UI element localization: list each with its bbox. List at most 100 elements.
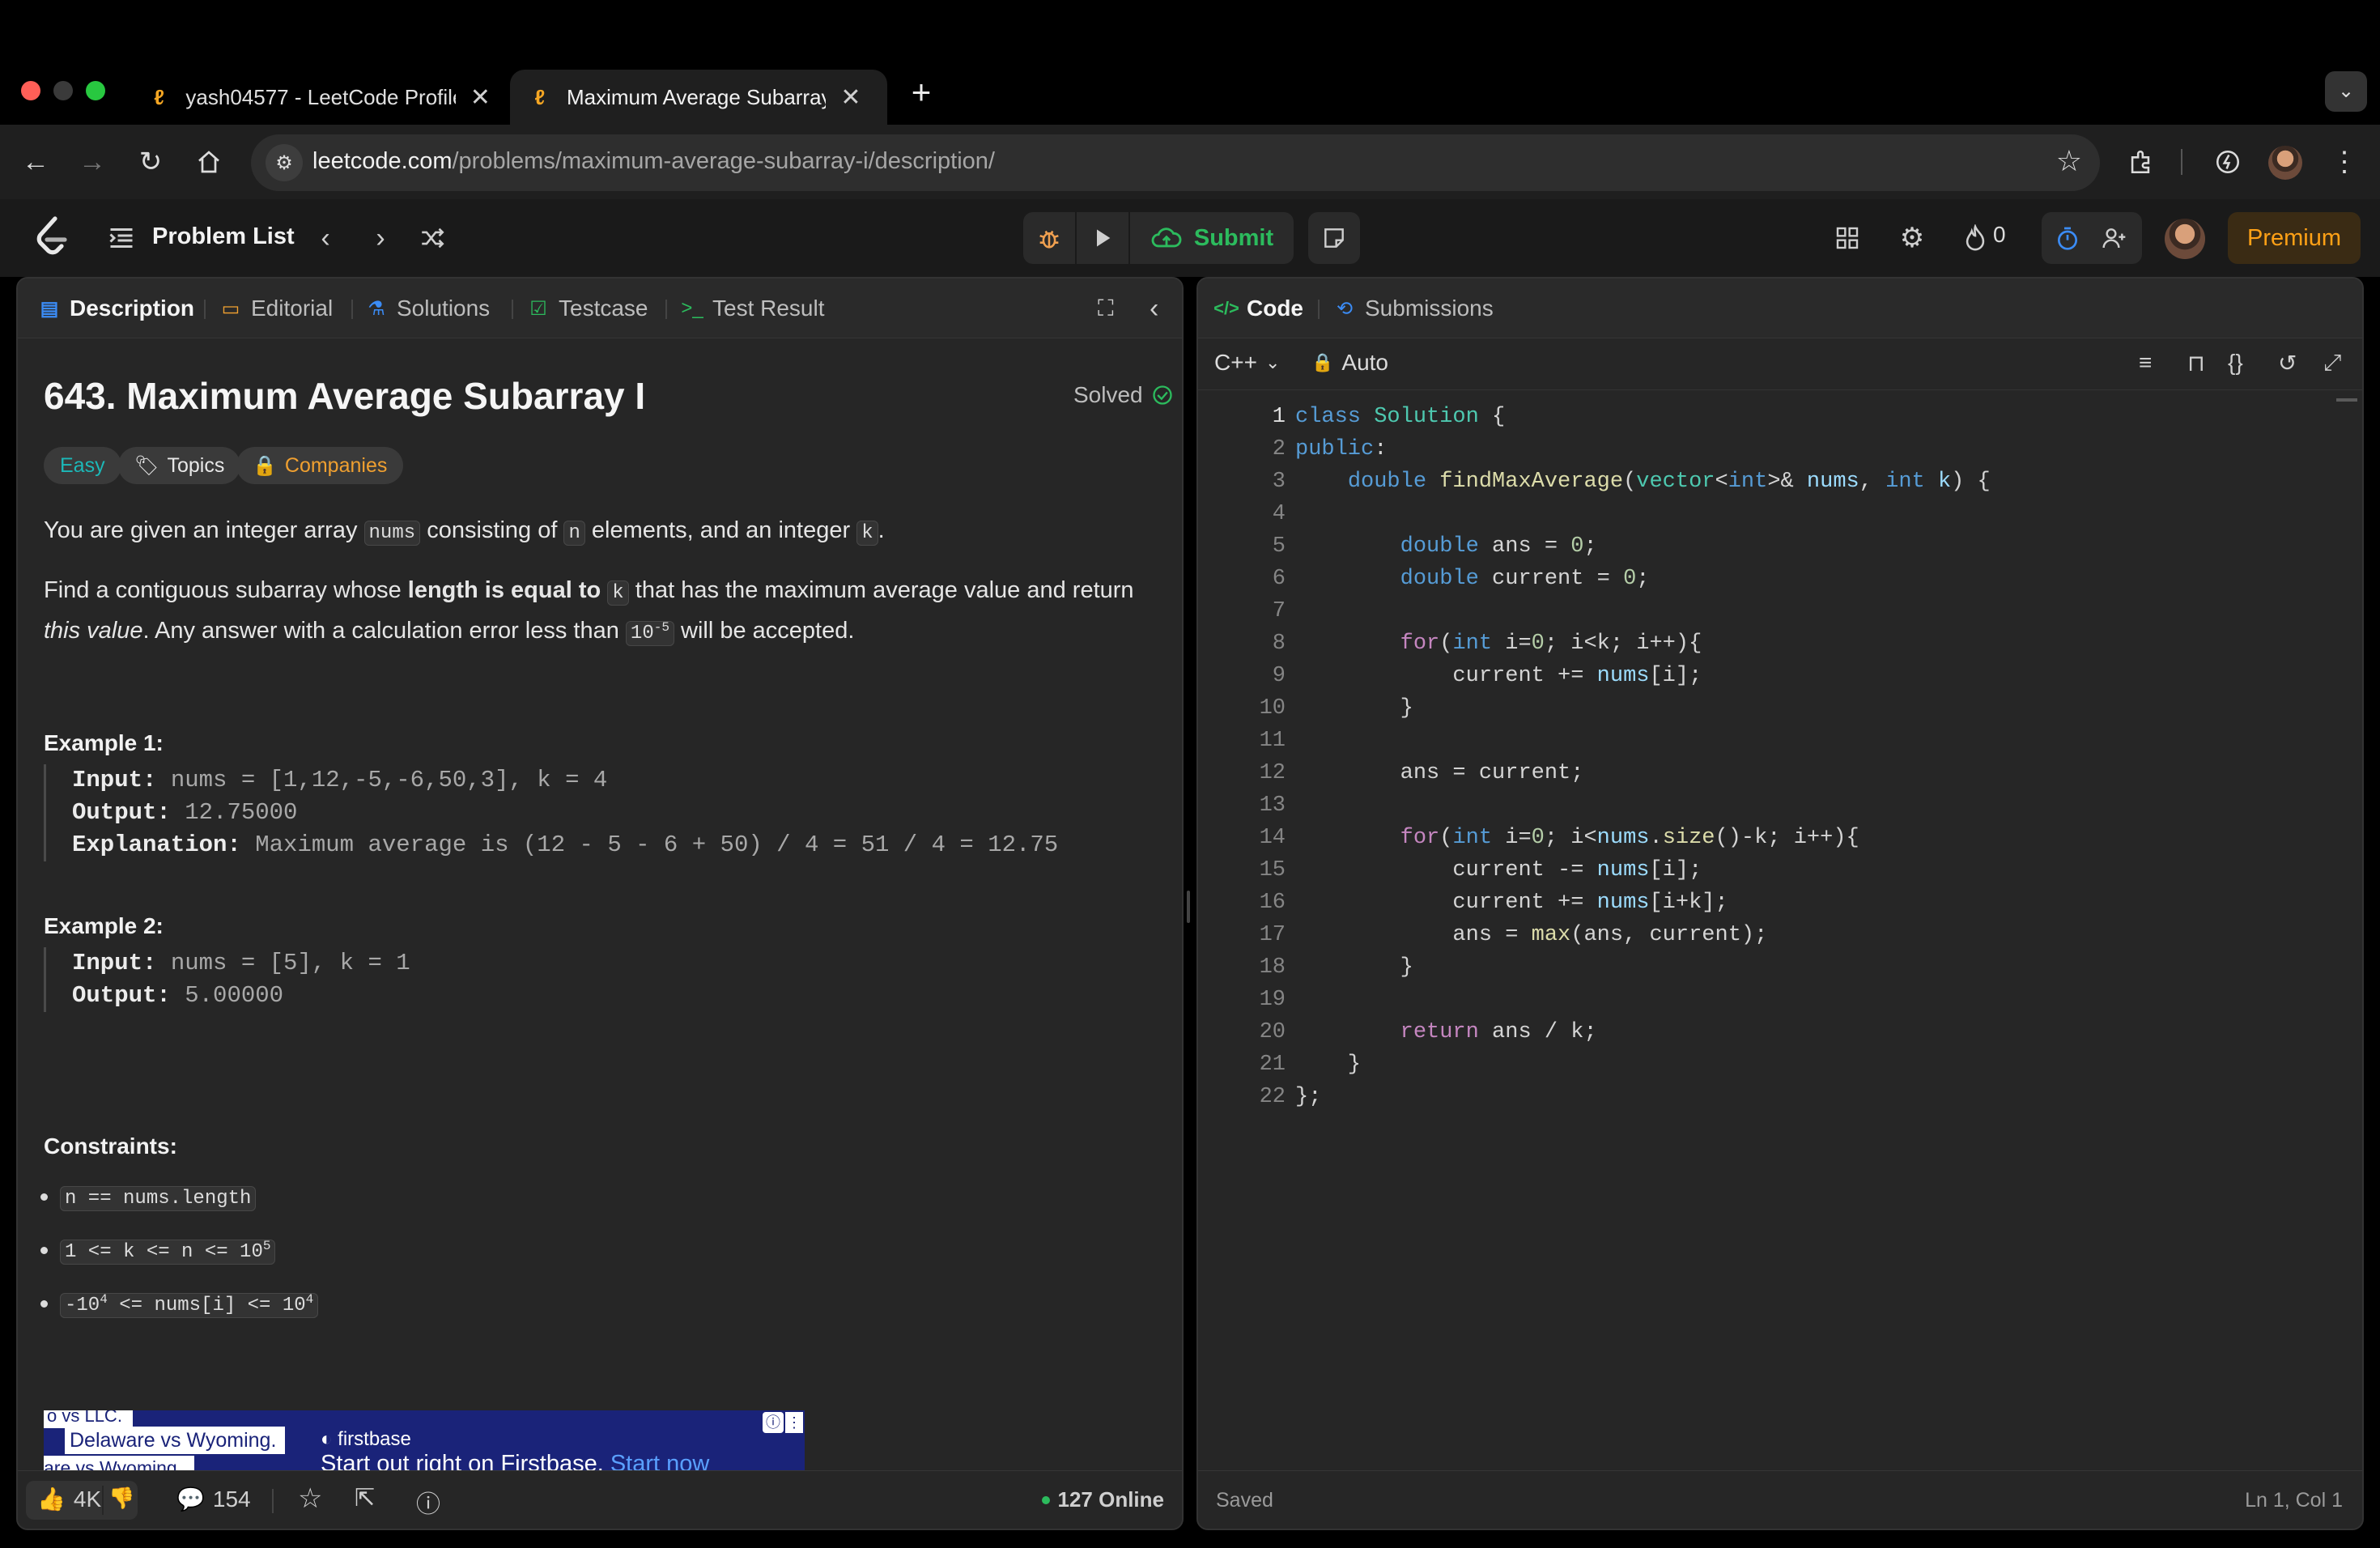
performance-icon[interactable] [2208, 142, 2247, 181]
bookmark-star-icon[interactable]: ☆ [2056, 144, 2082, 178]
new-tab-button[interactable]: + [905, 73, 937, 112]
line-number: 20 [1259, 1020, 1286, 1044]
companies-pill[interactable]: 🔒 Companies [236, 447, 404, 484]
tab-editorial[interactable]: ▭ Editorial [219, 295, 334, 322]
divider [102, 1486, 104, 1515]
code-line: } [1295, 696, 1413, 721]
settings-gear-icon[interactable]: ⚙ [1894, 220, 1930, 256]
tab-separator [665, 300, 667, 319]
tab-search-button[interactable]: ⌄ [2325, 71, 2367, 112]
autocomplete-label: Auto [1341, 350, 1389, 375]
line-number: 19 [1259, 988, 1286, 1012]
extensions-icon[interactable] [2121, 142, 2160, 181]
window-minimize-button[interactable] [53, 81, 73, 100]
leetcode-favicon-icon: ℓ [154, 84, 165, 109]
code-line: }; [1295, 1085, 1322, 1109]
help-icon[interactable]: ⓘ [416, 1484, 440, 1520]
ad-info-icon[interactable]: ⓘ [763, 1412, 784, 1433]
layout-icon[interactable] [1830, 220, 1865, 256]
problem-list-link[interactable]: Problem List [152, 223, 295, 250]
topics-pill[interactable]: 🏷 Topics [118, 447, 241, 484]
line-number: 22 [1259, 1085, 1286, 1109]
window-zoom-button[interactable] [86, 81, 105, 100]
line-number: 13 [1259, 793, 1286, 818]
reset-icon[interactable]: ↺ [2278, 350, 2297, 376]
ad-menu-icon[interactable]: ⋮ [785, 1412, 803, 1433]
timer-invite-group [2042, 212, 2142, 264]
user-avatar[interactable] [2165, 219, 2205, 259]
autocomplete-toggle[interactable]: 🔒 Auto [1311, 350, 1388, 376]
advertisement-banner[interactable]: o vs LLC. Delaware vs Wyoming. are vs Wy… [44, 1410, 805, 1474]
code-line: } [1295, 1053, 1362, 1077]
comments-button[interactable]: 💬 154 [176, 1486, 251, 1512]
problem-statement-paragraph-2: Find a contiguous subarray whose length … [44, 577, 1134, 646]
notes-button[interactable] [1308, 212, 1360, 264]
tag-icon: 🏷 [134, 454, 159, 477]
online-dot-icon [1041, 1495, 1050, 1504]
tab-solutions[interactable]: ⚗ Solutions [364, 295, 490, 322]
close-icon[interactable]: ✕ [469, 83, 492, 112]
code-line: double ans = 0; [1400, 534, 1597, 559]
cloud-upload-icon [1151, 228, 1182, 248]
browser-menu-icon[interactable]: ⋮ [2325, 142, 2364, 181]
like-button[interactable]: 👍 4K [37, 1486, 101, 1512]
example-2-block: Input: nums = [5], k = 1 Output: 5.00000 [44, 947, 410, 1012]
line-number: 14 [1259, 826, 1286, 850]
editor-scrollbar[interactable] [2336, 398, 2357, 402]
line-number: 3 [1272, 470, 1286, 494]
line-number: 12 [1259, 761, 1286, 785]
constraint-1: n == nums.length [40, 1182, 257, 1211]
language-select[interactable]: C++ ⌄ [1214, 350, 1280, 376]
tab-submissions[interactable]: ⟲ Submissions [1332, 295, 1494, 322]
history-icon: ⟲ [1336, 297, 1354, 320]
window-close-button[interactable] [21, 81, 40, 100]
site-info-icon[interactable]: ⚙ [266, 144, 303, 181]
maximize-icon[interactable]: ⛶ [1098, 295, 1114, 322]
code-line: class Solution { [1295, 405, 1506, 429]
braces-icon[interactable]: {} [2228, 350, 2243, 376]
expand-icon[interactable]: ⤢ [2323, 350, 2341, 376]
streak-fire-icon[interactable] [1957, 220, 1993, 256]
forward-arrow-icon[interactable]: → [73, 142, 112, 181]
address-bar[interactable]: ⚙ leetcode.com/problems/maximum-average-… [251, 134, 2100, 191]
share-icon[interactable]: ⇱ [355, 1484, 375, 1512]
run-button[interactable] [1077, 212, 1128, 264]
line-number: 16 [1259, 891, 1286, 915]
format-lines-icon[interactable]: ≡ [2139, 350, 2152, 376]
code-line: return ans / k; [1400, 1020, 1597, 1044]
next-problem-chevron-icon[interactable]: › [363, 220, 398, 256]
home-icon[interactable] [189, 142, 228, 181]
stopwatch-icon[interactable] [2050, 220, 2085, 256]
close-icon[interactable]: ✕ [839, 83, 863, 112]
add-friend-icon[interactable] [2097, 220, 2132, 256]
thumbs-down-icon[interactable]: 👎 [108, 1486, 134, 1511]
tab-code[interactable]: </> Code [1213, 295, 1303, 322]
back-arrow-icon[interactable]: ← [16, 142, 55, 181]
tab-description[interactable]: ▤ Description [37, 295, 194, 322]
collapse-chevron-icon[interactable]: ‹ [1150, 293, 1158, 324]
url-text[interactable]: leetcode.com/problems/maximum-average-su… [312, 148, 995, 175]
example-1-title: Example 1: [44, 730, 164, 755]
tab-test-result[interactable]: >_ Test Result [680, 295, 824, 322]
leetcode-logo-icon[interactable] [32, 215, 71, 261]
difficulty-badge[interactable]: Easy [44, 447, 121, 484]
panel-resize-handle[interactable] [1187, 891, 1190, 923]
prev-problem-chevron-icon[interactable]: ‹ [308, 220, 343, 256]
debug-button[interactable] [1023, 212, 1075, 264]
reload-icon[interactable]: ↻ [131, 142, 170, 181]
browser-tab-problem[interactable]: ℓ Maximum Average Subarray I ✕ [510, 70, 887, 125]
premium-button[interactable]: Premium [2228, 212, 2361, 264]
code-editor[interactable]: 1 2 3 4 5 6 7 8 9 10 11 12 13 14 15 16 17 18 19 20 21 22 clas… [1198, 392, 2362, 1469]
shuffle-icon[interactable] [414, 220, 450, 256]
line-number: 15 [1259, 858, 1286, 882]
favorite-star-icon[interactable]: ☆ [298, 1482, 322, 1515]
leetcode-header: Problem List ‹ › Submit ⚙ 0 Premium [0, 199, 2380, 277]
bookmark-icon[interactable]: ⊓ [2187, 350, 2205, 376]
companies-label: Companies [284, 453, 388, 477]
tab-testcase[interactable]: ☑ Testcase [526, 295, 648, 322]
toolbar-divider [2181, 149, 2182, 175]
problem-list-icon[interactable] [107, 223, 136, 253]
submit-button[interactable]: Submit [1130, 212, 1294, 264]
browser-profile-avatar[interactable] [2268, 146, 2302, 180]
browser-tab-profile[interactable]: ℓ yash04577 - LeetCode Profile ✕ [130, 70, 510, 125]
